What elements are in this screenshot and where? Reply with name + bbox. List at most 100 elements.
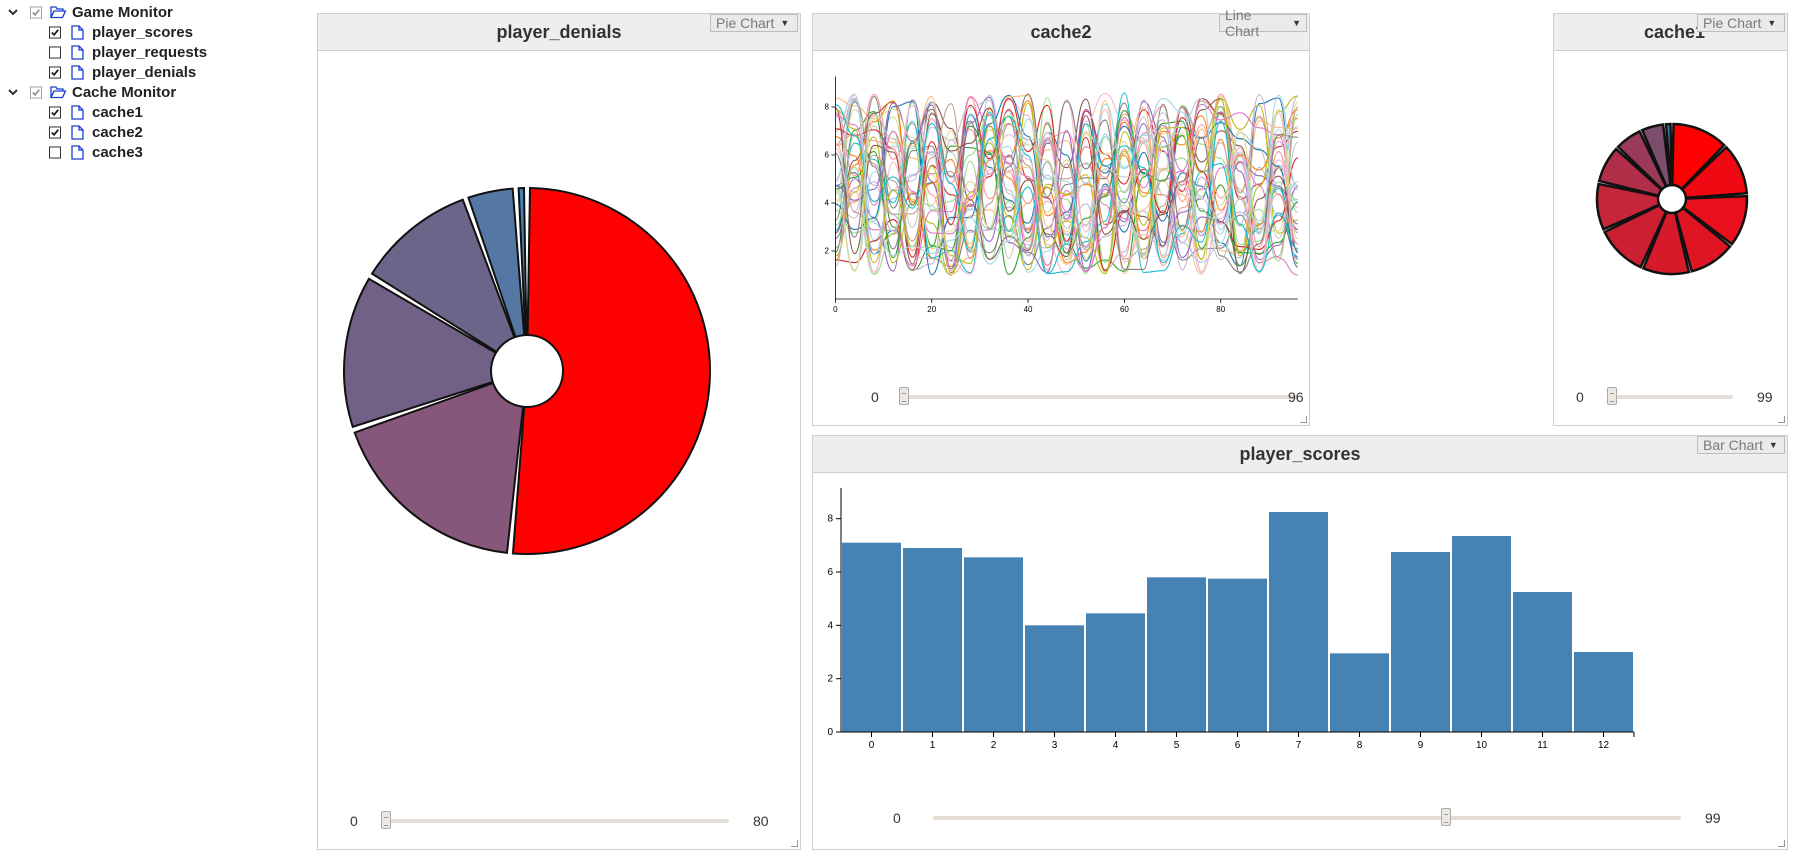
- bar[interactable]: [1574, 652, 1633, 732]
- chevron-down-icon[interactable]: [6, 85, 20, 99]
- x-tick-label: 12: [1598, 740, 1610, 751]
- dropdown-arrow-icon: ▼: [1767, 18, 1777, 28]
- tree-group-game-monitor[interactable]: Game Monitor: [6, 2, 173, 22]
- panel-player-scores: player_scores Bar Chart ▼ 02468012345678…: [812, 435, 1788, 850]
- slider-handle[interactable]: [1441, 808, 1451, 826]
- bar[interactable]: [1147, 577, 1206, 732]
- pie-slice[interactable]: [511, 187, 711, 555]
- chart-type-select[interactable]: Line Chart ▼: [1219, 7, 1307, 39]
- pie-chart-cache1: [1595, 122, 1749, 276]
- tree-item-cache1[interactable]: cache1: [49, 102, 143, 122]
- slider-min-label: 0: [1576, 389, 1584, 405]
- file-icon: [69, 64, 85, 80]
- y-tick-label: 4: [827, 620, 833, 631]
- y-tick-label: 6: [825, 150, 830, 159]
- x-tick-label: 5: [1174, 740, 1180, 751]
- bar[interactable]: [1086, 613, 1145, 732]
- file-icon: [69, 144, 85, 160]
- chart-type-select[interactable]: Pie Chart ▼: [1697, 14, 1785, 32]
- slider-min-label: 0: [893, 810, 901, 826]
- y-tick-label: 2: [825, 246, 830, 255]
- bar[interactable]: [1269, 512, 1328, 732]
- bar[interactable]: [1452, 536, 1511, 732]
- line-chart-cache2: 24680 20 40 60 80: [825, 76, 1299, 314]
- bar[interactable]: [1025, 625, 1084, 732]
- x-tick-label: 8: [1357, 740, 1363, 751]
- bar[interactable]: [842, 542, 901, 732]
- tree-item-player-denials[interactable]: player_denials: [49, 62, 196, 82]
- tree-item-cache3[interactable]: cache3: [49, 142, 143, 162]
- range-slider: 0 99: [1576, 387, 1776, 407]
- group-checkbox-partial[interactable]: [30, 86, 42, 98]
- checkbox-unchecked[interactable]: [49, 146, 61, 158]
- resize-handle[interactable]: [791, 840, 798, 847]
- tree-item-label: player_denials: [92, 63, 197, 81]
- checkbox-checked[interactable]: [49, 126, 61, 138]
- resize-handle[interactable]: [1778, 416, 1785, 423]
- checkbox-checked[interactable]: [49, 66, 61, 78]
- x-tick-label: 3: [1052, 740, 1058, 751]
- tree-group-label: Cache Monitor: [72, 83, 177, 101]
- x-tick-label: 60: [1120, 305, 1129, 314]
- tree-item-cache2[interactable]: cache2: [49, 122, 143, 142]
- bar-chart-player-scores: 024680 1 2 3 4 5 6 7 8 9 10 11 12: [827, 488, 1635, 751]
- checkbox-unchecked[interactable]: [49, 46, 61, 58]
- x-tick-label: 20: [927, 305, 936, 314]
- bar[interactable]: [1330, 653, 1389, 732]
- slider-track[interactable]: [933, 816, 1681, 820]
- bar[interactable]: [1391, 552, 1450, 732]
- y-tick-label: 2: [827, 674, 833, 685]
- slider-handle[interactable]: [1607, 387, 1617, 405]
- slider-max-label: 99: [1705, 810, 1721, 826]
- x-tick-label: 2: [991, 740, 997, 751]
- folder-open-icon: [50, 4, 66, 20]
- bar[interactable]: [964, 557, 1023, 732]
- chart-type-value: Bar Chart: [1703, 437, 1763, 453]
- panel-cache2: cache2 Line Chart ▼ 2 4 6 8 0 20 40 60 80 0 96: [812, 7, 1310, 426]
- panel-cache1: cache1 Pie Chart ▼ 0 99: [1553, 13, 1788, 426]
- x-tick-label: 40: [1024, 305, 1033, 314]
- x-tick-label: 6: [1235, 740, 1241, 751]
- slider-track[interactable]: [899, 395, 1297, 399]
- tree-group-cache-monitor[interactable]: Cache Monitor: [6, 82, 176, 102]
- dropdown-arrow-icon: ▼: [1768, 440, 1778, 450]
- tree-item-player-requests[interactable]: player_requests: [49, 42, 207, 62]
- dropdown-arrow-icon: ▼: [1292, 18, 1301, 28]
- slider-max-label: 99: [1757, 389, 1773, 405]
- group-checkbox-partial[interactable]: [30, 6, 42, 18]
- panel-header: player_scores Bar Chart ▼: [813, 436, 1787, 473]
- tree-group-label: Game Monitor: [72, 3, 173, 21]
- panel-header: cache2 Line Chart ▼: [813, 7, 1309, 51]
- file-icon: [69, 104, 85, 120]
- tree-item-label: cache2: [92, 123, 143, 141]
- tree-item-label: cache1: [92, 103, 143, 121]
- panel-header: cache1 Pie Chart ▼: [1554, 14, 1787, 51]
- tree-item-label: cache3: [92, 143, 143, 161]
- bar[interactable]: [903, 548, 962, 732]
- tree-item-player-scores[interactable]: player_scores: [49, 22, 193, 42]
- chart-type-select[interactable]: Pie Chart ▼: [710, 14, 798, 32]
- x-tick-label: 4: [1113, 740, 1119, 751]
- resize-handle[interactable]: [1300, 416, 1307, 423]
- slider-min-label: 0: [871, 389, 879, 405]
- chart-type-value: Pie Chart: [716, 15, 775, 31]
- range-slider: 0 80: [350, 811, 770, 831]
- pie-chart-player-denials: [343, 187, 711, 555]
- slider-handle[interactable]: [381, 811, 391, 829]
- slider-track[interactable]: [1607, 395, 1733, 399]
- tree-item-label: player_requests: [92, 43, 208, 61]
- checkbox-checked[interactable]: [49, 26, 61, 38]
- tree-item-label: player_scores: [92, 23, 193, 41]
- bar[interactable]: [1513, 592, 1572, 732]
- bar[interactable]: [1208, 578, 1267, 732]
- checkbox-checked[interactable]: [49, 106, 61, 118]
- chart-type-select[interactable]: Bar Chart ▼: [1697, 436, 1785, 454]
- chevron-down-icon[interactable]: [6, 5, 20, 19]
- slider-track[interactable]: [381, 819, 729, 823]
- slider-min-label: 0: [350, 813, 358, 829]
- x-tick-label: 9: [1418, 740, 1424, 751]
- y-tick-label: 6: [827, 567, 833, 578]
- resize-handle[interactable]: [1778, 840, 1785, 847]
- slider-handle[interactable]: [899, 387, 909, 405]
- x-tick-label: 1: [930, 740, 936, 751]
